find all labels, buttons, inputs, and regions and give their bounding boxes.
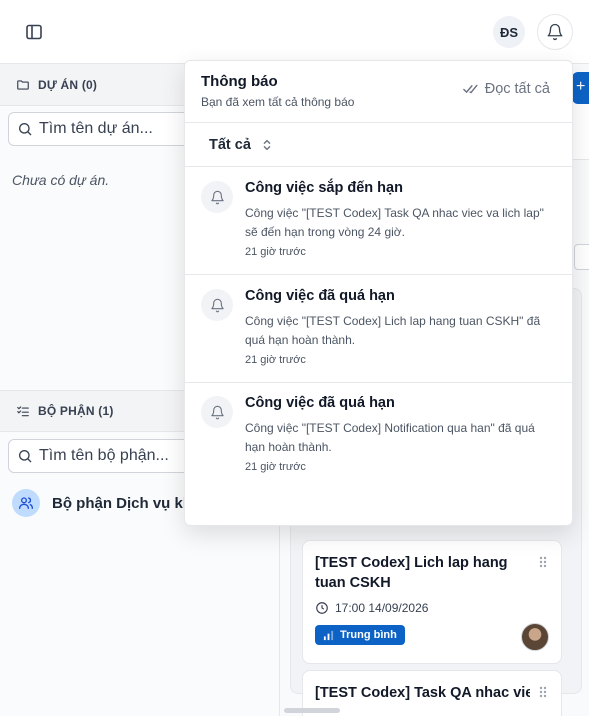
task-card-date: 17:00 14/09/2026	[335, 601, 429, 615]
notification-item[interactable]: Công việc đã quá hạn Công việc "[TEST Co…	[185, 382, 572, 490]
clock-icon	[316, 602, 328, 614]
departments-heading: BỘ PHẬN (1)	[38, 404, 114, 418]
task-card-due: 17:00 14/09/2026	[315, 601, 549, 615]
drag-handle-icon[interactable]	[539, 555, 547, 568]
notification-item-title: Công việc đã quá hạn	[245, 395, 395, 411]
board-filter-button[interactable]	[574, 244, 589, 270]
bell-icon	[201, 289, 233, 321]
notification-item-time: 21 giờ trước	[245, 354, 306, 366]
checklist-icon	[17, 406, 29, 417]
task-card[interactable]: [TEST Codex] Task QA nhac viec	[302, 670, 562, 716]
notification-panel: Thông báo Bạn đã xem tất cả thông báo Đọ…	[184, 60, 573, 526]
task-card-title: [TEST Codex] Task QA nhac viec	[315, 685, 530, 701]
projects-empty-text: Chưa có dự án.	[12, 172, 110, 188]
add-task-button[interactable]: +	[572, 72, 589, 104]
department-search-placeholder: Tìm tên bộ phận...	[39, 447, 169, 464]
notification-panel-header: Thông báo Bạn đã xem tất cả thông báo Đọ…	[185, 61, 572, 123]
department-search-input[interactable]: Tìm tên bộ phận...	[8, 439, 208, 473]
notification-subtitle: Bạn đã xem tất cả thông báo	[201, 95, 355, 109]
read-all-button[interactable]: Đọc tất cả	[462, 81, 550, 97]
notification-item-body: Công việc "[TEST Codex] Notification qua…	[245, 421, 535, 454]
user-avatar-button[interactable]: ĐS	[493, 16, 525, 48]
priority-label: Trung bình	[340, 629, 397, 641]
notification-item-time: 21 giờ trước	[245, 461, 306, 473]
project-search-placeholder: Tìm tên dự án...	[39, 120, 153, 137]
notification-filter-value: Tất cả	[209, 136, 251, 153]
bell-icon	[201, 396, 233, 428]
signal-bars-icon	[323, 630, 334, 640]
task-card-title: [TEST Codex] Lich lap hang tuan CSKH	[315, 555, 508, 591]
assignee-avatar[interactable]	[521, 623, 549, 651]
notification-item-title: Công việc đã quá hạn	[245, 288, 395, 304]
notification-bell-button[interactable]	[537, 14, 573, 50]
chevron-up-down-icon	[263, 139, 271, 150]
bell-icon	[201, 181, 233, 213]
notification-item[interactable]: Công việc sắp đến hạn Công việc "[TEST C…	[185, 167, 572, 275]
notification-item[interactable]: Công việc đã quá hạn Công việc "[TEST Co…	[185, 275, 572, 383]
folder-icon	[17, 79, 29, 90]
horizontal-scrollbar[interactable]	[284, 708, 340, 713]
users-icon	[12, 489, 40, 517]
search-icon	[19, 123, 32, 136]
projects-heading: DỰ ÁN (0)	[38, 77, 98, 92]
bell-icon	[547, 23, 563, 41]
drag-handle-icon[interactable]	[539, 685, 547, 698]
project-search-input[interactable]: Tìm tên dự án...	[8, 112, 208, 146]
notification-item-time: 21 giờ trước	[245, 246, 306, 258]
read-all-label: Đọc tất cả	[484, 81, 550, 97]
notification-item-title: Công việc sắp đến hạn	[245, 180, 403, 196]
priority-badge: Trung bình	[315, 625, 405, 645]
search-icon	[19, 450, 32, 463]
double-check-icon	[462, 84, 478, 94]
task-card[interactable]: [TEST Codex] Lich lap hang tuan CSKH 17:…	[302, 540, 562, 664]
sidebar-toggle-icon[interactable]	[22, 20, 46, 44]
top-bar: ĐS	[0, 0, 589, 64]
notification-item-body: Công việc "[TEST Codex] Lich lap hang tu…	[245, 314, 541, 347]
notification-filter-select[interactable]: Tất cả	[185, 123, 572, 167]
notification-title: Thông báo	[201, 73, 278, 90]
notification-item-body: Công việc "[TEST Codex] Task QA nhac vie…	[245, 206, 544, 239]
